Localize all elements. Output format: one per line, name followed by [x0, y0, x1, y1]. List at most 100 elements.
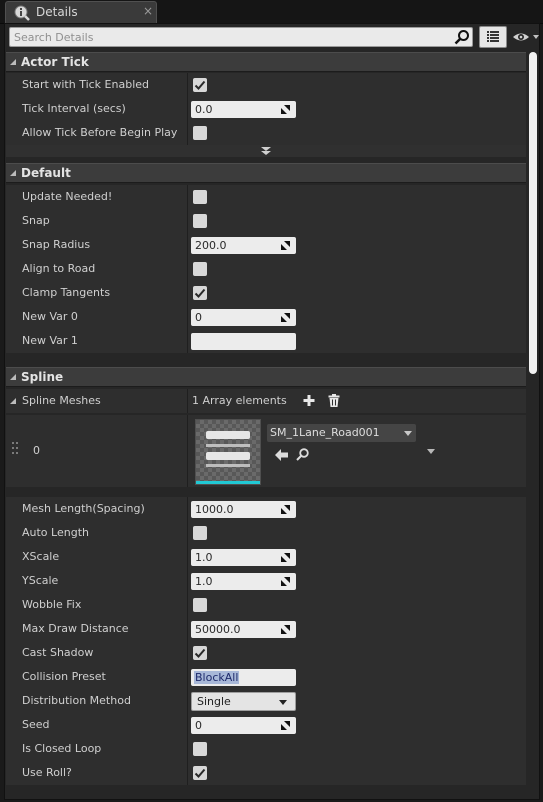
view-options-button[interactable] — [479, 26, 507, 48]
row-update-needed: Update Needed! — [6, 185, 526, 209]
column-divider — [187, 737, 188, 761]
new-var-1-field[interactable] — [191, 333, 296, 350]
tab-details[interactable]: Details × — [5, 1, 157, 24]
collapse-arrow-icon[interactable] — [10, 398, 16, 404]
start-with-tick-checkbox[interactable] — [193, 78, 207, 92]
property-label: Spline Meshes — [22, 394, 101, 407]
is-closed-loop-checkbox[interactable] — [193, 742, 207, 756]
field-value: 0 — [195, 311, 202, 324]
property-label: Seed — [22, 718, 50, 731]
details-content: Actor Tick Start with Tick Enabled Tick … — [6, 52, 526, 800]
seed-field[interactable]: 0 — [191, 717, 296, 734]
close-tab-icon[interactable]: × — [143, 4, 153, 18]
max-draw-distance-field[interactable]: 50000.0 — [191, 621, 296, 638]
resize-arrows-icon — [281, 721, 290, 730]
allow-tick-checkbox[interactable] — [193, 126, 207, 140]
column-divider — [187, 641, 188, 665]
array-index: 0 — [33, 444, 40, 457]
resize-arrows-icon — [281, 313, 290, 322]
row-use-roll: Use Roll? — [6, 761, 526, 785]
column-divider — [187, 713, 188, 737]
property-label: Align to Road — [22, 262, 96, 275]
property-label: YScale — [22, 574, 59, 587]
property-label: Auto Length — [22, 526, 89, 539]
row-xscale: XScale 1.0 — [6, 545, 526, 569]
row-start-with-tick: Start with Tick Enabled — [6, 73, 526, 97]
vertical-scrollbar[interactable] — [527, 52, 539, 374]
search-row — [9, 26, 539, 50]
chevron-down-icon — [404, 431, 412, 436]
column-divider — [187, 305, 188, 329]
column-divider — [187, 121, 188, 145]
align-to-road-checkbox[interactable] — [193, 262, 207, 276]
section-title: Default — [21, 166, 71, 180]
trash-icon[interactable] — [328, 394, 340, 407]
yscale-field[interactable]: 1.0 — [191, 573, 296, 590]
search-input[interactable] — [14, 29, 444, 45]
property-label: Wobble Fix — [22, 598, 82, 611]
chevron-down-icon — [279, 700, 287, 705]
browse-magnifier-icon[interactable] — [296, 448, 309, 461]
tab-strip: Details × — [0, 0, 543, 24]
tick-interval-field[interactable]: 0.0 — [191, 101, 296, 118]
eye-icon[interactable] — [511, 28, 541, 46]
section-actor-tick[interactable]: Actor Tick — [6, 52, 526, 72]
element-options-chevron-icon[interactable] — [427, 449, 435, 454]
column-divider — [187, 257, 188, 281]
section-spline[interactable]: Spline — [6, 367, 526, 387]
resize-arrows-icon — [281, 553, 290, 562]
xscale-field[interactable]: 1.0 — [191, 549, 296, 566]
snap-radius-field[interactable]: 200.0 — [191, 237, 296, 254]
plus-icon[interactable] — [303, 394, 315, 407]
mesh-array-element: 0 SM_1Lane_Road001 — [6, 415, 526, 487]
mesh-length-field[interactable]: 1000.0 — [191, 501, 296, 518]
property-label: Distribution Method — [22, 694, 131, 707]
checkmark-icon — [194, 288, 206, 298]
column-divider — [187, 281, 188, 305]
drag-grip-icon[interactable] — [12, 442, 18, 454]
column-divider — [187, 97, 188, 121]
column-divider — [187, 689, 188, 713]
row-new-var-1: New Var 1 — [6, 329, 526, 353]
property-label: New Var 1 — [22, 334, 78, 347]
cast-shadow-checkbox[interactable] — [193, 646, 207, 660]
property-label: Is Closed Loop — [22, 742, 102, 755]
mesh-asset-combo[interactable]: SM_1Lane_Road001 — [267, 424, 416, 442]
property-label: Use Roll? — [22, 766, 72, 779]
scrollbar-thumb[interactable] — [529, 52, 537, 374]
distribution-method-dropdown[interactable]: Single — [191, 692, 296, 711]
checkmark-icon — [194, 648, 206, 658]
mesh-thumbnail[interactable] — [195, 419, 261, 485]
checkmark-icon — [194, 80, 206, 90]
column-divider — [187, 73, 188, 97]
field-value: 0.0 — [195, 103, 213, 116]
field-value: 200.0 — [195, 239, 227, 252]
column-divider — [187, 593, 188, 617]
search-icon[interactable] — [454, 29, 470, 45]
mesh-asset-name: SM_1Lane_Road001 — [270, 426, 380, 439]
clamp-tangents-checkbox[interactable] — [193, 286, 207, 300]
collapse-arrow-icon — [10, 59, 16, 65]
field-value: 1.0 — [195, 551, 213, 564]
collision-preset-input[interactable]: BlockAll — [191, 669, 296, 686]
row-snap-radius: Snap Radius 200.0 — [6, 233, 526, 257]
column-divider — [187, 389, 188, 413]
section-default[interactable]: Default — [6, 163, 526, 183]
snap-checkbox[interactable] — [193, 214, 207, 228]
collapse-arrow-icon — [10, 374, 16, 380]
advanced-expander[interactable] — [6, 145, 526, 157]
property-label: Clamp Tangents — [22, 286, 111, 299]
wobble-fix-checkbox[interactable] — [193, 598, 207, 612]
update-needed-checkbox[interactable] — [193, 190, 207, 204]
use-roll-checkbox[interactable] — [193, 766, 207, 780]
selected-text: BlockAll — [194, 671, 240, 684]
resize-arrows-icon — [281, 625, 290, 634]
row-yscale: YScale 1.0 — [6, 569, 526, 593]
auto-length-checkbox[interactable] — [193, 526, 207, 540]
column-divider — [187, 617, 188, 641]
field-value: 1.0 — [195, 575, 213, 588]
new-var-0-field[interactable]: 0 — [191, 309, 296, 326]
property-label: Collision Preset — [22, 670, 106, 683]
field-value: 1000.0 — [195, 503, 234, 516]
use-selected-arrow-icon[interactable] — [275, 449, 288, 461]
